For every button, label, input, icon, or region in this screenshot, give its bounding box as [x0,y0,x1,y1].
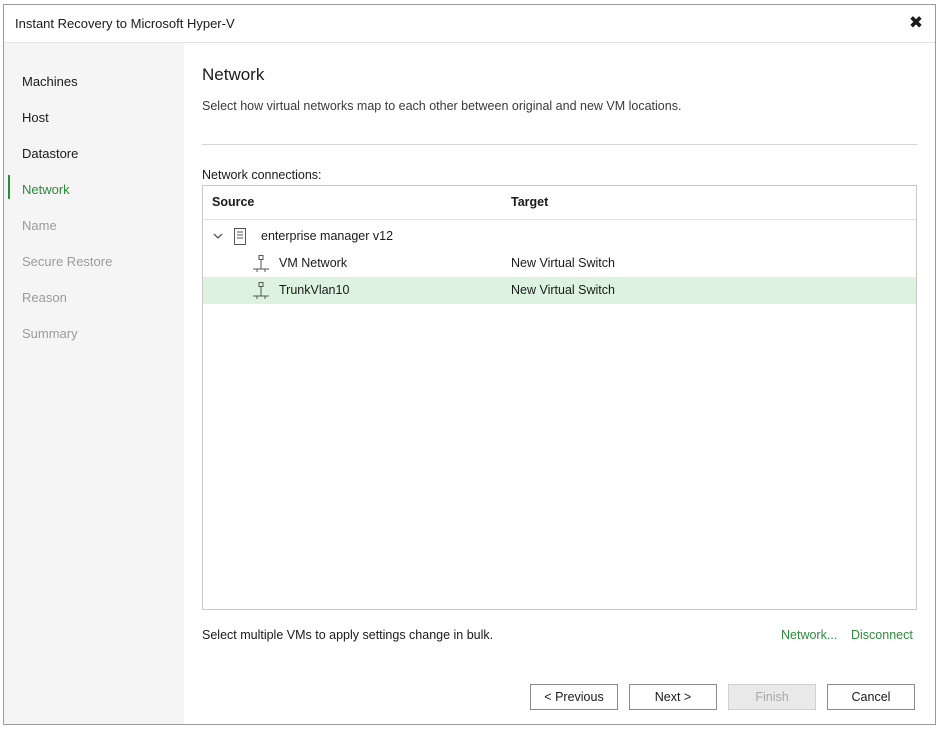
network-row-trunkvlan10[interactable]: TrunkVlan10 New Virtual Switch [203,277,916,304]
vm-row[interactable]: enterprise manager v12 [203,223,916,250]
previous-button[interactable]: < Previous [530,684,618,710]
step-datastore[interactable]: Datastore [22,145,78,163]
vm-name: enterprise manager v12 [261,229,394,243]
vm-icon [234,228,246,245]
step-reason: Reason [22,290,67,305]
finish-button: Finish [728,684,816,710]
page-description: Select how virtual networks map to each … [202,99,682,113]
wizard-steps-sidebar: Machines Host Datastore Network Name Sec… [4,43,184,724]
window-title: Instant Recovery to Microsoft Hyper-V [15,16,235,31]
next-button[interactable]: Next > [629,684,717,710]
table-header: Source Target [203,186,916,220]
wizard-content: Network Select how virtual networks map … [184,43,935,724]
network-source: VM Network [279,256,348,270]
network-target: New Virtual Switch [511,283,615,297]
network-connections-label: Network connections: [202,168,322,182]
bulk-edit-hint: Select multiple VMs to apply settings ch… [202,628,494,642]
column-header-target[interactable]: Target [511,195,548,209]
step-secure-restore: Secure Restore [22,254,113,269]
network-icon [253,282,269,299]
network-source: TrunkVlan10 [279,283,350,297]
current-step-marker [8,175,10,199]
header-divider [202,144,917,145]
cancel-button[interactable]: Cancel [827,684,915,710]
title-bar: Instant Recovery to Microsoft Hyper-V ✖ [4,5,935,43]
close-icon[interactable]: ✖ [905,12,927,34]
network-link[interactable]: Network... [781,628,837,642]
network-mapping-table[interactable]: Source Target enterprise manager v12 VM … [202,185,917,610]
step-machines[interactable]: Machines [22,73,78,91]
chevron-down-icon[interactable] [213,231,223,241]
step-host[interactable]: Host [22,109,49,127]
step-network[interactable]: Network [22,181,70,199]
network-target: New Virtual Switch [511,256,615,270]
step-summary: Summary [22,326,78,341]
instant-recovery-dialog: Instant Recovery to Microsoft Hyper-V ✖ … [3,4,936,725]
network-row-vm-network[interactable]: VM Network New Virtual Switch [203,250,916,277]
disconnect-link[interactable]: Disconnect [851,628,913,642]
column-header-source[interactable]: Source [212,195,254,209]
network-icon [253,255,269,272]
page-title: Network [202,65,265,84]
step-name: Name [22,218,57,233]
